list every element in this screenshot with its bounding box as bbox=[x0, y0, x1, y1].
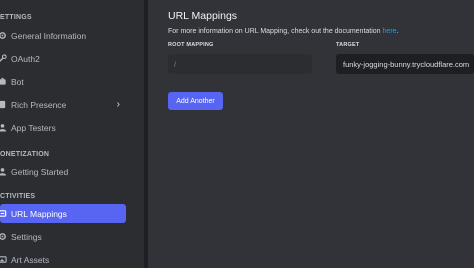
sidebar-item-label: Settings bbox=[11, 231, 42, 242]
main-content: URL Mappings For more information on URL… bbox=[148, 0, 474, 268]
target-input[interactable]: funky-jogging-bunny.trycloudflare.com bbox=[336, 54, 474, 74]
sidebar-item-app-testers[interactable]: App Testers bbox=[0, 118, 126, 137]
root-mapping-label: ROOT MAPPING bbox=[168, 42, 214, 48]
sidebar-item-general-information[interactable]: General Information bbox=[0, 26, 126, 45]
sidebar-item-art-assets[interactable]: Art Assets bbox=[0, 250, 126, 268]
gear-icon bbox=[0, 31, 7, 40]
section-monetization: ONETIZATION bbox=[0, 151, 50, 158]
sidebar-item-label: Getting Started bbox=[11, 166, 69, 177]
sidebar-item-settings[interactable]: Settings bbox=[0, 227, 126, 246]
gear-icon bbox=[0, 232, 7, 241]
image-icon bbox=[0, 255, 7, 264]
section-activities: CTIVITIES bbox=[0, 193, 36, 200]
sidebar-item-label: Bot bbox=[11, 76, 24, 87]
document-icon bbox=[0, 100, 7, 109]
people-icon bbox=[0, 123, 7, 132]
root-mapping-input[interactable]: / bbox=[168, 54, 312, 74]
sidebar-item-bot[interactable]: Bot bbox=[0, 72, 126, 91]
target-label: TARGET bbox=[336, 42, 360, 48]
sidebar-item-rich-presence[interactable]: Rich Presence › bbox=[0, 95, 126, 114]
sidebar-item-label: URL Mappings bbox=[11, 208, 67, 219]
documentation-link[interactable]: here bbox=[383, 28, 397, 35]
sidebar-item-label: General Information bbox=[11, 30, 87, 41]
sidebar-item-label: OAuth2 bbox=[11, 53, 40, 64]
section-settings: ETTINGS bbox=[0, 14, 32, 21]
wrench-icon bbox=[0, 54, 7, 63]
page-title: URL Mappings bbox=[168, 10, 238, 22]
sidebar-item-url-mappings[interactable]: URL Mappings bbox=[0, 204, 126, 223]
add-another-button[interactable]: Add Another bbox=[168, 92, 223, 110]
sidebar-item-oauth2[interactable]: OAuth2 bbox=[0, 49, 126, 68]
link-icon bbox=[0, 209, 7, 218]
puzzle-icon bbox=[0, 77, 7, 86]
sidebar-item-label: Rich Presence bbox=[11, 99, 67, 110]
sidebar-item-label: Art Assets bbox=[11, 254, 50, 265]
sidebar: ETTINGS General Information OAuth2 Bot R… bbox=[0, 0, 148, 268]
chevron-right-icon: › bbox=[116, 99, 120, 110]
sidebar-item-label: App Testers bbox=[11, 122, 56, 133]
people-icon bbox=[0, 167, 7, 176]
page-description: For more information on URL Mapping, che… bbox=[168, 28, 399, 35]
sidebar-item-getting-started[interactable]: Getting Started bbox=[0, 162, 126, 181]
